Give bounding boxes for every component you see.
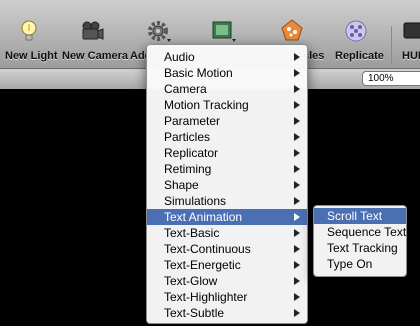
menu-item-camera[interactable]: Camera <box>147 81 307 97</box>
menu-item-label: Simulations <box>164 194 227 208</box>
menu-item-label: Motion Tracking <box>164 98 249 112</box>
menu-item-basic-motion[interactable]: Basic Motion <box>147 65 307 81</box>
submenu-arrow-icon <box>294 85 300 93</box>
menu-item-label: Camera <box>164 82 207 96</box>
menu-item-shape[interactable]: Shape <box>147 177 307 193</box>
menu-item-text-highlighter[interactable]: Text-Highlighter <box>147 289 307 305</box>
submenu-item-type-on[interactable]: Type On <box>314 256 406 272</box>
menu-item-text-basic[interactable]: Text-Basic <box>147 225 307 241</box>
submenu-arrow-icon <box>294 213 300 221</box>
menu-item-label: Replicator <box>164 146 219 160</box>
submenu-item-scroll-text[interactable]: Scroll Text <box>314 208 406 224</box>
menu-item-label: Text Animation <box>164 210 243 224</box>
submenu-arrow-icon <box>294 277 300 285</box>
submenu-item-sequence-text[interactable]: Sequence Text <box>314 224 406 240</box>
submenu-arrow-icon <box>294 101 300 109</box>
submenu-item-label: Sequence Text <box>327 225 407 239</box>
hud-icon <box>403 22 420 39</box>
submenu-item-text-tracking[interactable]: Text Tracking <box>314 240 406 256</box>
menu-item-motion-tracking[interactable]: Motion Tracking <box>147 97 307 113</box>
submenu-arrow-icon <box>294 117 300 125</box>
menu-item-simulations[interactable]: Simulations <box>147 193 307 209</box>
menu-item-label: Text-Basic <box>164 226 220 240</box>
menu-item-text-continuous[interactable]: Text-Continuous <box>147 241 307 257</box>
menu-item-label: Text-Continuous <box>164 242 251 256</box>
new-light-button[interactable]: New Light <box>0 0 58 68</box>
menu-item-label: Text-Highlighter <box>164 290 248 304</box>
menu-item-label: Particles <box>164 130 211 144</box>
submenu-arrow-icon <box>294 245 300 253</box>
menu-item-label: Text-Subtle <box>164 306 225 320</box>
add-behavior-menu: Audio Basic Motion Camera Motion Tracking Pa… <box>146 44 308 324</box>
particles-icon <box>281 19 303 41</box>
menu-item-parameter[interactable]: Parameter <box>147 113 307 129</box>
menu-item-label: Text-Energetic <box>164 258 241 272</box>
light-bulb-icon <box>21 20 37 41</box>
text-animation-submenu: Scroll Text Sequence Text Text Tracking Typ… <box>313 205 407 277</box>
submenu-arrow-icon <box>294 53 300 61</box>
menu-item-retiming[interactable]: Retiming <box>147 161 307 177</box>
menu-item-label: Retiming <box>164 162 212 176</box>
new-camera-button[interactable]: New Camera <box>58 0 129 68</box>
submenu-item-label: Text Tracking <box>327 241 398 255</box>
replicate-label: Replicate <box>335 50 384 62</box>
camera-icon <box>82 21 104 40</box>
menu-item-text-glow[interactable]: Text-Glow <box>147 273 307 289</box>
submenu-arrow-icon <box>294 149 300 157</box>
submenu-arrow-icon <box>294 309 300 317</box>
menu-item-label: Parameter <box>164 114 221 128</box>
submenu-arrow-icon <box>294 229 300 237</box>
submenu-arrow-icon <box>294 181 300 189</box>
replicate-button[interactable]: Replicate <box>332 0 384 68</box>
submenu-arrow-icon <box>294 261 300 269</box>
menu-item-label: Audio <box>164 50 195 64</box>
filter-icon <box>212 21 236 42</box>
menu-item-text-energetic[interactable]: Text-Energetic <box>147 257 307 273</box>
menu-item-text-animation[interactable]: Text Animation <box>147 209 307 225</box>
menu-item-label: Text-Glow <box>164 274 218 288</box>
submenu-item-label: Type On <box>327 257 373 271</box>
menu-item-label: Shape <box>164 178 199 192</box>
menu-item-label: Basic Motion <box>164 66 233 80</box>
zoom-level-field[interactable]: 100% <box>362 71 420 86</box>
submenu-arrow-icon <box>294 133 300 141</box>
hud-button[interactable]: HUD <box>396 0 420 68</box>
submenu-arrow-icon <box>294 197 300 205</box>
toolbar-divider <box>391 26 392 64</box>
replicate-icon <box>345 20 367 42</box>
submenu-item-label: Scroll Text <box>327 209 383 223</box>
new-camera-label: New Camera <box>62 50 129 62</box>
new-light-label: New Light <box>5 50 58 62</box>
menu-item-replicator[interactable]: Replicator <box>147 145 307 161</box>
menu-item-particles[interactable]: Particles <box>147 129 307 145</box>
submenu-arrow-icon <box>294 165 300 173</box>
submenu-arrow-icon <box>294 293 300 301</box>
menu-item-text-subtle[interactable]: Text-Subtle <box>147 305 307 321</box>
hud-label: HUD <box>402 50 420 62</box>
menu-item-audio[interactable]: Audio <box>147 49 307 65</box>
gear-icon <box>148 21 171 42</box>
submenu-arrow-icon <box>294 69 300 77</box>
